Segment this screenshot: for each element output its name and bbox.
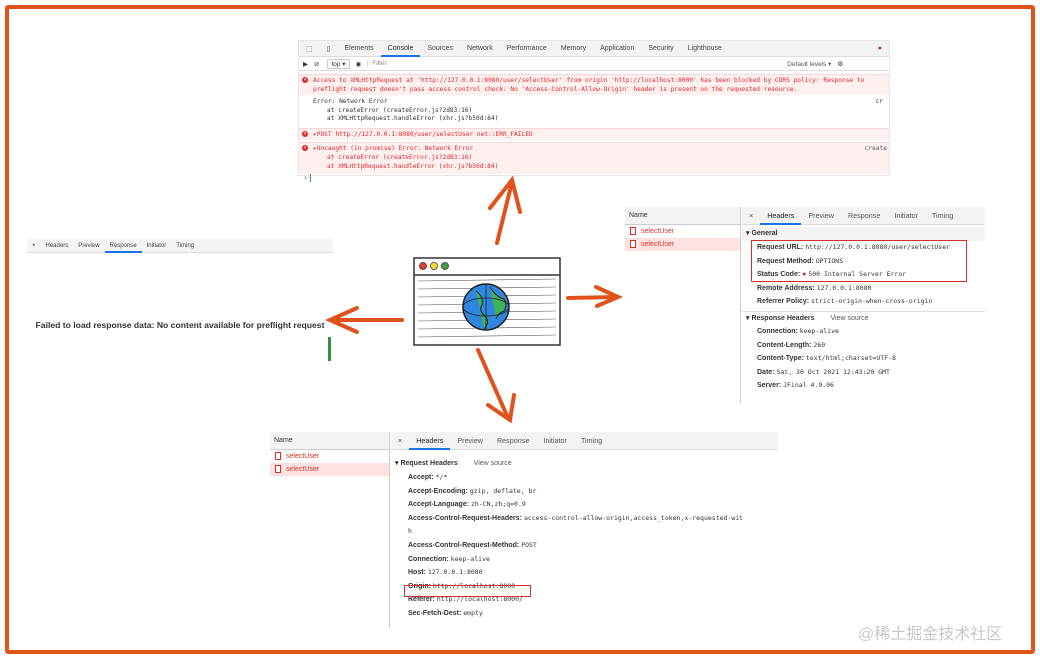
request-headers-section-header[interactable]: ▾ Request Headers View source — [391, 457, 778, 471]
acrh-row-continued: h — [408, 527, 412, 536]
detail-tabs: × Headers Preview Response Initiator Tim… — [742, 207, 985, 225]
request-item-selected[interactable]: selectUser — [625, 238, 740, 251]
connection-row: Connection: keep-alive — [408, 554, 490, 563]
file-icon — [630, 227, 636, 235]
remote-address-row: Remote Address: 127.0.0.1:8080 — [757, 283, 872, 292]
file-icon — [630, 240, 636, 248]
connection-row: Connection: keep-alive — [757, 326, 839, 335]
tab-headers[interactable]: Headers — [409, 432, 451, 450]
tab-response[interactable]: Response — [490, 432, 536, 450]
sec-fetch-dest-row: Sec-Fetch-Dest: empty — [408, 608, 483, 617]
request-item[interactable]: selectUser — [625, 225, 740, 238]
name-column-header: Name — [625, 207, 740, 225]
tab-headers[interactable]: Headers — [760, 207, 802, 225]
headers-detail: × Headers Preview Response Initiator Tim… — [391, 432, 778, 628]
view-source-link[interactable]: View source — [474, 460, 512, 467]
detail-tabs: × Headers Preview Response Initiator Tim… — [391, 432, 778, 450]
date-row: Date: Sat, 30 Oct 2021 12:43:20 GMT — [757, 367, 890, 376]
tab-preview[interactable]: Preview — [801, 207, 841, 225]
request-item-selected[interactable]: selectUser — [270, 463, 389, 476]
request-name-column: Name selectUser selectUser — [625, 207, 741, 403]
tab-response[interactable]: Response — [841, 207, 887, 225]
server-row: Server: JFinal 4.9.06 — [757, 381, 834, 390]
view-source-link[interactable]: View source — [831, 315, 869, 322]
request-item[interactable]: selectUser — [270, 450, 389, 463]
file-icon — [275, 452, 281, 460]
host-row: Host: 127.0.0.1:8080 — [408, 568, 483, 577]
acrm-row: Access-Control-Request-Method: POST — [408, 540, 537, 549]
close-icon[interactable]: × — [391, 432, 409, 450]
request-name-column: Name selectUser selectUser — [270, 432, 390, 628]
tab-initiator[interactable]: Initiator — [887, 207, 925, 225]
request-headers-panel: Name selectUser selectUser × Headers Pre… — [270, 432, 778, 628]
acrh-row: Access-Control-Request-Headers: access-c… — [408, 513, 744, 522]
response-headers-section-header[interactable]: ▾ Response Headers View source — [742, 310, 985, 325]
general-section-header[interactable]: ▾ General — [742, 227, 985, 241]
content-type-row: Content-Type: text/html;charset=UTF-8 — [757, 354, 896, 363]
tab-preview[interactable]: Preview — [450, 432, 490, 450]
general-headers-panel: Name selectUser selectUser × Headers Pre… — [625, 207, 985, 403]
content-length-row: Content-Length: 260 — [757, 340, 826, 349]
close-icon[interactable]: × — [742, 207, 760, 225]
highlight-box-origin — [404, 585, 531, 597]
file-icon — [275, 465, 281, 473]
tab-initiator[interactable]: Initiator — [536, 432, 574, 450]
watermark: @稀土掘金技术社区 — [858, 626, 1003, 643]
tab-timing[interactable]: Timing — [574, 432, 609, 450]
headers-detail: × Headers Preview Response Initiator Tim… — [742, 207, 985, 403]
accept-encoding-row: Accept-Encoding: gzip, deflate, br — [408, 486, 537, 495]
accept-language-row: Accept-Language: zh-CN,zh;q=0.9 — [408, 500, 526, 509]
name-column-header: Name — [270, 432, 389, 450]
accept-row: Accept: */* — [408, 473, 448, 481]
referrer-policy-row: Referrer Policy: strict-origin-when-cros… — [757, 297, 933, 306]
tab-timing[interactable]: Timing — [925, 207, 960, 225]
arrow-right — [566, 295, 618, 300]
highlight-box-general — [751, 240, 967, 282]
